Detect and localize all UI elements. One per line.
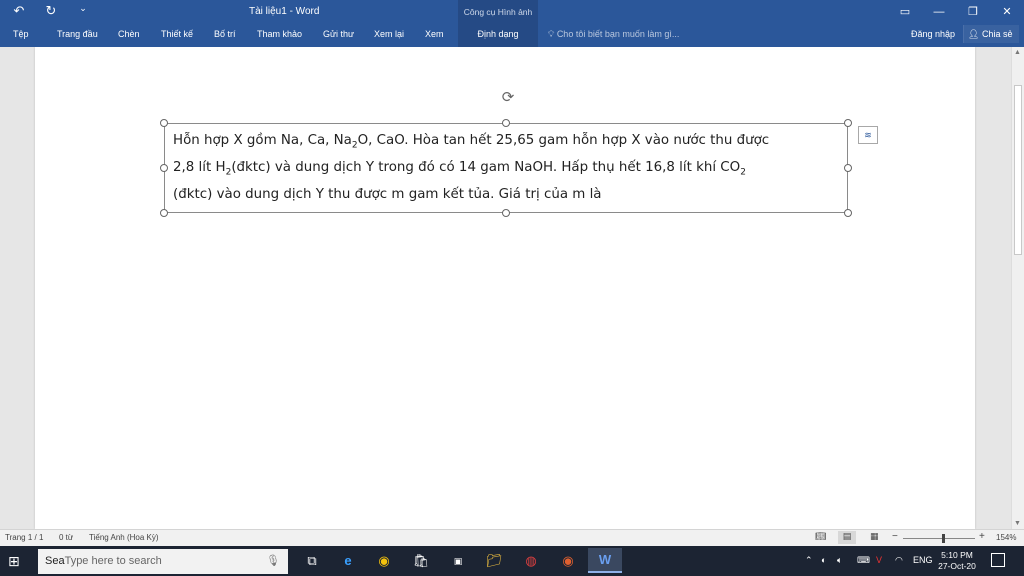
status-bar: Trang 1 / 1 0 từ Tiếng Anh (Hoa Kỳ) 📖︎ ▤…	[0, 529, 1024, 546]
clock-date: 27-Oct-20	[938, 561, 976, 571]
resize-handle-left[interactable]	[160, 164, 168, 172]
paragraph-line: 2,8 lít H2(đktc) và dung dịch Y trong đó…	[173, 160, 746, 178]
paragraph-line: (đktc) vào dung dịch Y thu được m gam kế…	[173, 187, 602, 203]
search-placeholder: Type here to search	[64, 555, 162, 567]
print-layout-icon[interactable]: ▤	[838, 531, 856, 544]
resize-handle-bottom[interactable]	[502, 209, 510, 217]
input-language[interactable]: ENG	[913, 555, 933, 565]
tab-home[interactable]: Trang đầu	[57, 24, 98, 47]
text-box-content[interactable]: Hỗn hợp X gồm Na, Ca, Na2O, CaO. Hòa tan…	[173, 130, 843, 206]
windows-start-icon[interactable]: ⊞	[8, 553, 20, 570]
vertical-scrollbar[interactable]: ▲ ▼	[1011, 47, 1024, 529]
keyboard-icon[interactable]: ⌨︎	[857, 555, 870, 566]
resize-handle-bottom-right[interactable]	[844, 209, 852, 217]
notification-icon[interactable]	[991, 553, 1005, 567]
tab-layout[interactable]: Bố trí	[214, 24, 236, 47]
zoom-level[interactable]: 154%	[996, 533, 1016, 542]
taskbar: ⊞ SeaType here to search 🎙︎ ⧉ e ◉ 🛍︎ ▣ 📁…	[0, 546, 1024, 576]
language-indicator[interactable]: Tiếng Anh (Hoa Kỳ)	[89, 533, 159, 542]
close-icon[interactable]: ✕	[990, 0, 1024, 24]
tray-app-icon[interactable]: ◐	[821, 555, 826, 565]
sign-in-link[interactable]: Đăng nhập	[911, 24, 955, 44]
scroll-up-icon[interactable]: ▲	[1014, 49, 1021, 56]
resize-handle-right[interactable]	[844, 164, 852, 172]
microphone-icon[interactable]: 🎙︎	[266, 549, 280, 574]
volume-icon[interactable]: 🔈︎	[837, 555, 842, 566]
scroll-thumb[interactable]	[1014, 85, 1022, 255]
store-icon[interactable]: 🛍︎	[409, 551, 433, 571]
tab-review[interactable]: Xem lại	[374, 24, 404, 47]
resize-handle-top-left[interactable]	[160, 119, 168, 127]
tab-references[interactable]: Tham khảo	[257, 24, 302, 47]
clock[interactable]: 5:10 PM 27-Oct-20	[938, 550, 976, 572]
undo-icon[interactable]: ↶	[8, 3, 30, 19]
resize-handle-top[interactable]	[502, 119, 510, 127]
tab-file[interactable]: Tệp	[13, 24, 29, 47]
redo-icon[interactable]: ↻	[40, 3, 62, 19]
title-bar: ↶ ↻ ⌄ Tài liệu1 - Word Công cụ Hình ảnh …	[0, 0, 1024, 24]
window-controls: ▭ — ❐ ✕	[888, 0, 1024, 24]
search-typed-text: Sea	[45, 555, 65, 567]
page-count[interactable]: Trang 1 / 1	[5, 533, 43, 542]
tab-mailings[interactable]: Gửi thư	[323, 24, 354, 47]
lightbulb-icon: 💡︎	[548, 29, 557, 39]
quick-access-toolbar: ↶ ↻ ⌄	[8, 3, 94, 19]
tab-format[interactable]: Định dạng	[458, 24, 538, 47]
task-view-icon[interactable]: ⧉	[300, 551, 324, 571]
ribbon-tabs: Tệp Trang đầu Chèn Thiết kế Bố trí Tham …	[0, 24, 1024, 47]
word-app-icon[interactable]: W	[588, 548, 622, 573]
chrome-profile-icon[interactable]: ◉	[556, 551, 580, 571]
zoom-out-icon[interactable]: −	[892, 531, 898, 542]
clock-time: 5:10 PM	[941, 550, 973, 560]
app-icon[interactable]: ◍	[519, 551, 543, 571]
customize-qat-icon[interactable]: ⌄	[72, 3, 94, 19]
taskbar-search-box[interactable]: SeaType here to search 🎙︎	[38, 549, 288, 574]
web-layout-icon[interactable]: ▦	[870, 531, 879, 542]
tab-design[interactable]: Thiết kế	[161, 24, 193, 47]
rotate-handle-icon[interactable]: ⟳	[500, 90, 516, 106]
tell-me-box[interactable]: 💡︎ Cho tôi biết bạn muốn làm gì...	[548, 24, 679, 44]
edge-browser-icon[interactable]: e	[336, 551, 360, 571]
minimize-icon[interactable]: —	[922, 0, 956, 24]
resize-handle-top-right[interactable]	[844, 119, 852, 127]
person-icon: 👤︎	[968, 29, 982, 39]
restore-icon[interactable]: ❐	[956, 0, 990, 24]
resize-handle-bottom-left[interactable]	[160, 209, 168, 217]
unikey-icon[interactable]: ▣	[446, 551, 470, 571]
tab-insert[interactable]: Chèn	[118, 24, 140, 47]
vietnamese-input-icon[interactable]: V	[876, 555, 882, 565]
context-tab-group-label: Công cụ Hình ảnh	[458, 0, 538, 24]
ribbon-display-options-icon[interactable]: ▭	[888, 0, 922, 24]
read-mode-icon[interactable]: 📖︎	[815, 531, 826, 542]
zoom-slider-thumb[interactable]	[942, 534, 945, 543]
scroll-down-icon[interactable]: ▼	[1014, 520, 1021, 527]
window-title: Tài liệu1 - Word	[249, 6, 320, 17]
word-count[interactable]: 0 từ	[59, 533, 73, 542]
tray-overflow-icon[interactable]: ⌃	[805, 555, 813, 566]
tab-view[interactable]: Xem	[425, 24, 444, 47]
paragraph-line: Hỗn hợp X gồm Na, Ca, Na2O, CaO. Hòa tan…	[173, 133, 770, 151]
chrome-icon[interactable]: ◉	[372, 551, 396, 571]
file-explorer-icon[interactable]: 📁︎	[482, 551, 506, 571]
zoom-slider[interactable]	[903, 538, 975, 539]
zoom-in-icon[interactable]: +	[979, 531, 985, 542]
share-button[interactable]: 👤︎ Chia sẻ	[963, 25, 1019, 43]
layout-options-icon[interactable]: ≋	[858, 126, 878, 144]
wifi-icon[interactable]: ◠	[895, 555, 903, 566]
